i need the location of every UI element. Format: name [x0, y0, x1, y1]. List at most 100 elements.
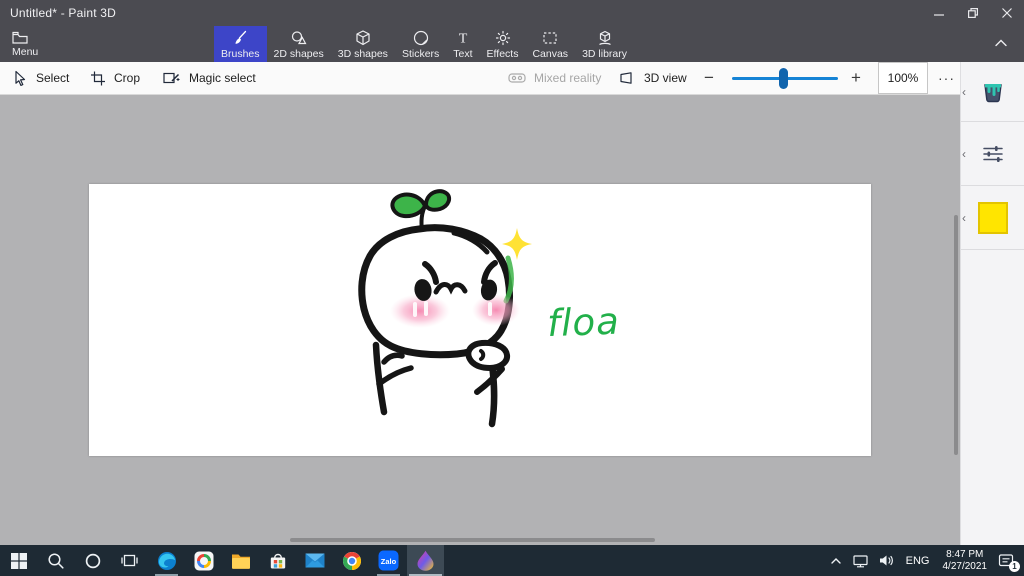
crop-icon: [91, 71, 105, 86]
paint-bucket-icon: [984, 83, 1002, 102]
speaker-icon: [879, 555, 893, 566]
search-button[interactable]: [37, 545, 74, 576]
sparkle-icon: [502, 228, 532, 260]
tab-label: Effects: [486, 48, 519, 60]
magic-select-button[interactable]: Magic select: [163, 62, 256, 94]
language-label: ENG: [905, 554, 930, 567]
chevron-left-icon[interactable]: ‹: [962, 86, 966, 98]
collapse-ribbon-button[interactable]: [993, 36, 1009, 55]
start-button[interactable]: [0, 545, 37, 576]
vertical-scrollbar[interactable]: [954, 215, 958, 455]
minimize-button[interactable]: [922, 0, 956, 26]
ribbon: Menu Brushes 2D shapes 3D shapes Sticker…: [0, 26, 1024, 62]
window-title: Untitled* - Paint 3D: [10, 6, 117, 20]
more-options-button[interactable]: ···: [938, 62, 955, 94]
effects-icon: [495, 30, 510, 46]
3d-view-icon: [620, 72, 632, 84]
tab-effects[interactable]: Effects: [480, 26, 526, 62]
menu-label: Menu: [12, 45, 39, 58]
taskbar-app-file-explorer[interactable]: [222, 545, 259, 576]
ribbon-tabs: Brushes 2D shapes 3D shapes Stickers T T…: [214, 26, 634, 62]
task-view-button[interactable]: [111, 545, 148, 576]
network-status-button[interactable]: [847, 545, 874, 576]
zalo-icon: Zalo: [378, 550, 399, 571]
svg-text:T: T: [459, 32, 468, 47]
menu-button[interactable]: Menu: [6, 26, 52, 62]
magic-select-label: Magic select: [189, 71, 256, 85]
zoom-out-label: −: [704, 68, 714, 87]
horizontal-scrollbar[interactable]: [290, 538, 655, 542]
tray-time: 8:47 PM: [946, 548, 984, 560]
drawing-canvas[interactable]: floa: [89, 184, 871, 456]
minimize-icon: [934, 14, 944, 16]
zoom-in-button[interactable]: +: [851, 62, 861, 94]
close-icon: [1002, 8, 1012, 18]
magic-select-icon: [163, 72, 180, 84]
taskbar-app-edge[interactable]: [148, 545, 185, 576]
restore-button[interactable]: [956, 0, 990, 26]
tab-stickers[interactable]: Stickers: [395, 26, 446, 62]
chevron-left-icon[interactable]: ‹: [962, 148, 966, 160]
sliders-icon: [983, 145, 1003, 162]
stickers-icon: [413, 30, 428, 46]
task-view-icon: [121, 554, 138, 567]
tab-2d-shapes[interactable]: 2D shapes: [267, 26, 331, 62]
mixed-reality-button[interactable]: Mixed reality: [508, 62, 601, 94]
browser-icon: [194, 551, 213, 570]
3d-view-button[interactable]: 3D view: [619, 62, 687, 94]
tab-3d-library[interactable]: 3D library: [575, 26, 634, 62]
cortana-button[interactable]: [74, 545, 111, 576]
zoom-in-label: +: [851, 68, 861, 87]
volume-button[interactable]: [874, 545, 899, 576]
taskbar-app-store[interactable]: [259, 545, 296, 576]
tab-3d-shapes[interactable]: 3D shapes: [331, 26, 395, 62]
action-center-button[interactable]: 1: [993, 545, 1024, 576]
chevron-up-icon: [995, 39, 1007, 47]
adjustments-panel-button[interactable]: ‹: [961, 122, 1024, 186]
2d-shapes-icon: [291, 31, 307, 45]
brushes-panel-button[interactable]: ‹: [961, 62, 1024, 122]
windows-logo-icon: [10, 552, 27, 569]
tab-text[interactable]: T Text: [446, 26, 479, 62]
canvas-drawing: floa: [358, 189, 620, 428]
tray-date: 4/27/2021: [942, 560, 988, 572]
zoom-level-value: 100%: [887, 71, 919, 85]
zoom-slider-handle[interactable]: [779, 68, 788, 89]
taskbar-app-chrome[interactable]: [333, 545, 370, 576]
tab-label: Text: [453, 48, 473, 60]
system-tray: ENG 8:47 PM 4/27/2021 1: [825, 545, 1024, 576]
select-label: Select: [36, 71, 70, 85]
clock[interactable]: 8:47 PM 4/27/2021: [937, 545, 994, 576]
chevron-left-icon[interactable]: ‹: [962, 212, 966, 224]
language-indicator[interactable]: ENG: [899, 545, 937, 576]
zoom-level-button[interactable]: 100%: [878, 62, 928, 94]
tab-brushes[interactable]: Brushes: [214, 26, 267, 62]
color-panel-button[interactable]: ‹: [961, 186, 1024, 250]
tray-chevron-button[interactable]: [825, 545, 847, 576]
menu-folder-icon: [12, 31, 28, 44]
tab-canvas[interactable]: Canvas: [525, 26, 575, 62]
canvas-icon: [543, 32, 557, 44]
brushes-icon: [235, 30, 247, 44]
ribbon-actions: Paste Undo History Redo: [784, 26, 1024, 62]
crop-button[interactable]: Crop: [90, 62, 140, 94]
chevron-up-icon: [830, 557, 841, 564]
zoom-out-button[interactable]: −: [704, 62, 714, 94]
taskbar-app-paint-3d[interactable]: [407, 545, 444, 576]
taskbar-app-mail[interactable]: [296, 545, 333, 576]
mixed-reality-icon: [508, 73, 526, 83]
taskbar-app-zalo[interactable]: Zalo: [370, 545, 407, 576]
select-button[interactable]: Select: [12, 62, 69, 94]
tab-label: Stickers: [401, 48, 440, 60]
side-panel: ‹ ‹ ‹: [960, 62, 1024, 545]
svg-text:Zalo: Zalo: [381, 557, 397, 566]
notification-badge: 1: [1009, 561, 1020, 572]
taskbar-app-browser[interactable]: [185, 545, 222, 576]
close-button[interactable]: [990, 0, 1024, 26]
current-color-swatch[interactable]: [978, 201, 1008, 234]
mixed-reality-label: Mixed reality: [534, 71, 602, 85]
3d-view-label: 3D view: [644, 71, 687, 85]
network-icon: [853, 554, 868, 567]
paint-3d-icon: [417, 550, 434, 571]
edge-icon: [157, 551, 176, 570]
